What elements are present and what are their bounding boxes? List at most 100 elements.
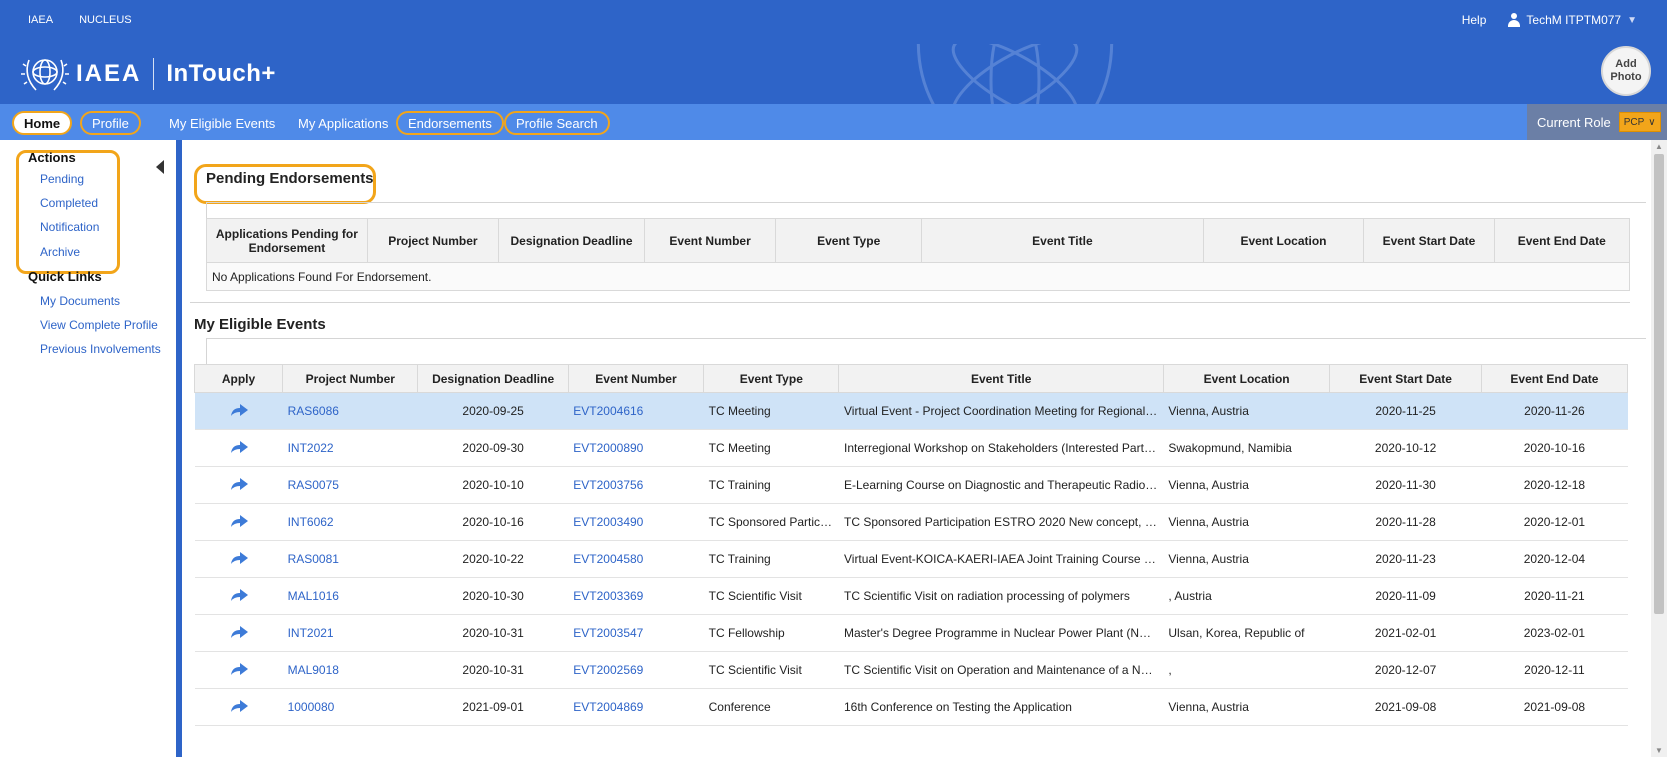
apply-button[interactable] (194, 466, 283, 504)
project-number-link[interactable]: INT6062 (282, 503, 418, 541)
col-applications-pending[interactable]: Applications Pending for Endorsement (206, 218, 368, 263)
table-row[interactable]: INT2022 2020-09-30 EVT2000890 TC Meeting Int… (194, 429, 1628, 467)
scrollbar-thumb[interactable] (1654, 154, 1664, 614)
add-photo-button[interactable]: Add Photo (1601, 46, 1651, 96)
share-arrow-icon[interactable] (229, 699, 249, 713)
apply-button[interactable] (194, 688, 283, 726)
col-event-start-date[interactable]: Event Start Date (1363, 218, 1495, 263)
nav-my-eligible-events[interactable]: My Eligible Events (157, 111, 287, 135)
top-link-nucleus[interactable]: NUCLEUS (79, 14, 132, 26)
chevron-left-icon[interactable] (156, 160, 164, 174)
sidebar-item-completed[interactable]: Completed (40, 196, 98, 210)
share-arrow-icon[interactable] (229, 440, 249, 454)
table-row[interactable]: 1000080 2021-09-01 EVT2004869 Conference 16t… (194, 688, 1628, 726)
share-arrow-icon[interactable] (229, 625, 249, 639)
event-number-link[interactable]: EVT2003756 (568, 466, 704, 504)
table-row[interactable]: RAS0081 2020-10-22 EVT2004580 TC Training Vi… (194, 540, 1628, 578)
nav-profile[interactable]: Profile (80, 111, 141, 135)
table-row[interactable]: MAL1016 2020-10-30 EVT2003369 TC Scientific… (194, 577, 1628, 615)
event-location-cell: Swakopmund, Namibia (1163, 429, 1330, 467)
col-event-number[interactable]: Event Number (643, 218, 777, 263)
top-link-iaea[interactable]: IAEA (28, 14, 53, 26)
col-project-number[interactable]: Project Number (282, 364, 419, 393)
nav-my-applications[interactable]: My Applications (286, 111, 400, 135)
sidebar-item-pending[interactable]: Pending (40, 172, 84, 186)
brand[interactable]: IAEA InTouch+ (20, 52, 276, 96)
col-event-start-date[interactable]: Event Start Date (1329, 364, 1482, 393)
event-number-link[interactable]: EVT2003369 (568, 577, 704, 615)
un-emblem-icon (21, 59, 69, 91)
table-header-row: Apply Project Number Designation Deadlin… (193, 364, 1629, 393)
event-end-date-cell: 2021-09-08 (1481, 688, 1628, 726)
apply-button[interactable] (194, 577, 283, 615)
sidebar-item-previous-involvements[interactable]: Previous Involvements (40, 342, 161, 356)
apply-button[interactable] (194, 429, 283, 467)
event-number-link[interactable]: EVT2004616 (568, 392, 704, 430)
apply-button[interactable] (194, 651, 283, 689)
col-event-title[interactable]: Event Title (921, 218, 1204, 263)
col-project-number[interactable]: Project Number (366, 218, 500, 263)
project-number-link[interactable]: RAS0075 (282, 466, 418, 504)
designation-deadline-cell: 2020-09-30 (417, 429, 569, 467)
share-arrow-icon[interactable] (229, 662, 249, 676)
nav-home[interactable]: Home (12, 111, 73, 135)
share-arrow-icon[interactable] (229, 477, 249, 491)
col-event-type[interactable]: Event Type (703, 364, 840, 393)
table-row[interactable]: RAS6086 2020-09-25 EVT2004616 TC Meeting Vir… (194, 392, 1628, 430)
nav-profile-search[interactable]: Profile Search (504, 111, 610, 135)
sidebar-item-archive[interactable]: Archive (40, 245, 80, 259)
col-event-title[interactable]: Event Title (838, 364, 1164, 393)
event-number-link[interactable]: EVT2002569 (568, 651, 704, 689)
table-row[interactable]: RAS0075 2020-10-10 EVT2003756 TC Training E-… (194, 466, 1628, 504)
col-apply[interactable]: Apply (193, 364, 284, 393)
table-row[interactable]: INT2021 2020-10-31 EVT2003547 TC Fellowship… (194, 614, 1628, 652)
sidebar-item-notification[interactable]: Notification (40, 220, 99, 234)
col-event-location[interactable]: Event Location (1162, 364, 1331, 393)
share-arrow-icon[interactable] (229, 403, 249, 417)
current-role: Current Role PCP ∨ (1527, 104, 1667, 140)
event-number-link[interactable]: EVT2003547 (568, 614, 704, 652)
quick-links-heading: Quick Links (28, 269, 102, 284)
project-number-link[interactable]: MAL9018 (282, 651, 418, 689)
table-row[interactable]: INT6062 2020-10-16 EVT2003490 TC Sponsored … (194, 503, 1628, 541)
sidebar-item-my-documents[interactable]: My Documents (40, 294, 120, 308)
col-event-end-date[interactable]: Event End Date (1480, 364, 1629, 393)
nav-endorsements[interactable]: Endorsements (396, 111, 504, 135)
project-number-link[interactable]: INT2022 (282, 429, 418, 467)
project-number-link[interactable]: RAS6086 (282, 392, 418, 430)
apply-button[interactable] (194, 392, 283, 430)
apply-button[interactable] (194, 540, 283, 578)
add-photo-line1: Add (1615, 58, 1637, 70)
event-number-link[interactable]: EVT2000890 (568, 429, 704, 467)
event-number-link[interactable]: EVT2004869 (568, 688, 704, 726)
col-designation-deadline[interactable]: Designation Deadline (417, 364, 569, 393)
col-event-type[interactable]: Event Type (775, 218, 923, 263)
col-designation-deadline[interactable]: Designation Deadline (498, 218, 645, 263)
table-row[interactable]: MAL9018 2020-10-31 EVT2002569 TC Scientific… (194, 651, 1628, 689)
share-arrow-icon[interactable] (229, 588, 249, 602)
col-event-end-date[interactable]: Event End Date (1493, 218, 1631, 263)
help-link[interactable]: Help (1462, 13, 1487, 27)
event-number-link[interactable]: EVT2003490 (568, 503, 704, 541)
col-event-number[interactable]: Event Number (567, 364, 705, 393)
event-type-cell: TC Scientific Visit (703, 651, 839, 689)
apply-button[interactable] (194, 614, 283, 652)
event-end-date-cell: 2020-11-26 (1481, 392, 1628, 430)
user-menu[interactable]: TechM ITPTM077 ▼ (1508, 13, 1637, 27)
scroll-down-icon[interactable]: ▼ (1655, 746, 1663, 755)
project-number-link[interactable]: MAL1016 (282, 577, 418, 615)
apply-button[interactable] (194, 503, 283, 541)
vertical-scrollbar[interactable]: ▲ ▼ (1651, 140, 1667, 757)
event-number-link[interactable]: EVT2004580 (568, 540, 704, 578)
scroll-up-icon[interactable]: ▲ (1655, 142, 1663, 151)
event-title-cell: Virtual Event-KOICA-KAERI-IAEA Joint Tra… (838, 540, 1164, 578)
project-number-link[interactable]: RAS0081 (282, 540, 418, 578)
col-event-location[interactable]: Event Location (1202, 218, 1365, 263)
share-arrow-icon[interactable] (229, 551, 249, 565)
event-title-cell: TC Scientific Visit on Operation and Mai… (838, 651, 1164, 689)
project-number-link[interactable]: INT2021 (282, 614, 418, 652)
project-number-link[interactable]: 1000080 (282, 688, 418, 726)
share-arrow-icon[interactable] (229, 514, 249, 528)
role-select[interactable]: PCP ∨ (1618, 112, 1661, 132)
sidebar-item-view-complete-profile[interactable]: View Complete Profile (40, 318, 158, 332)
